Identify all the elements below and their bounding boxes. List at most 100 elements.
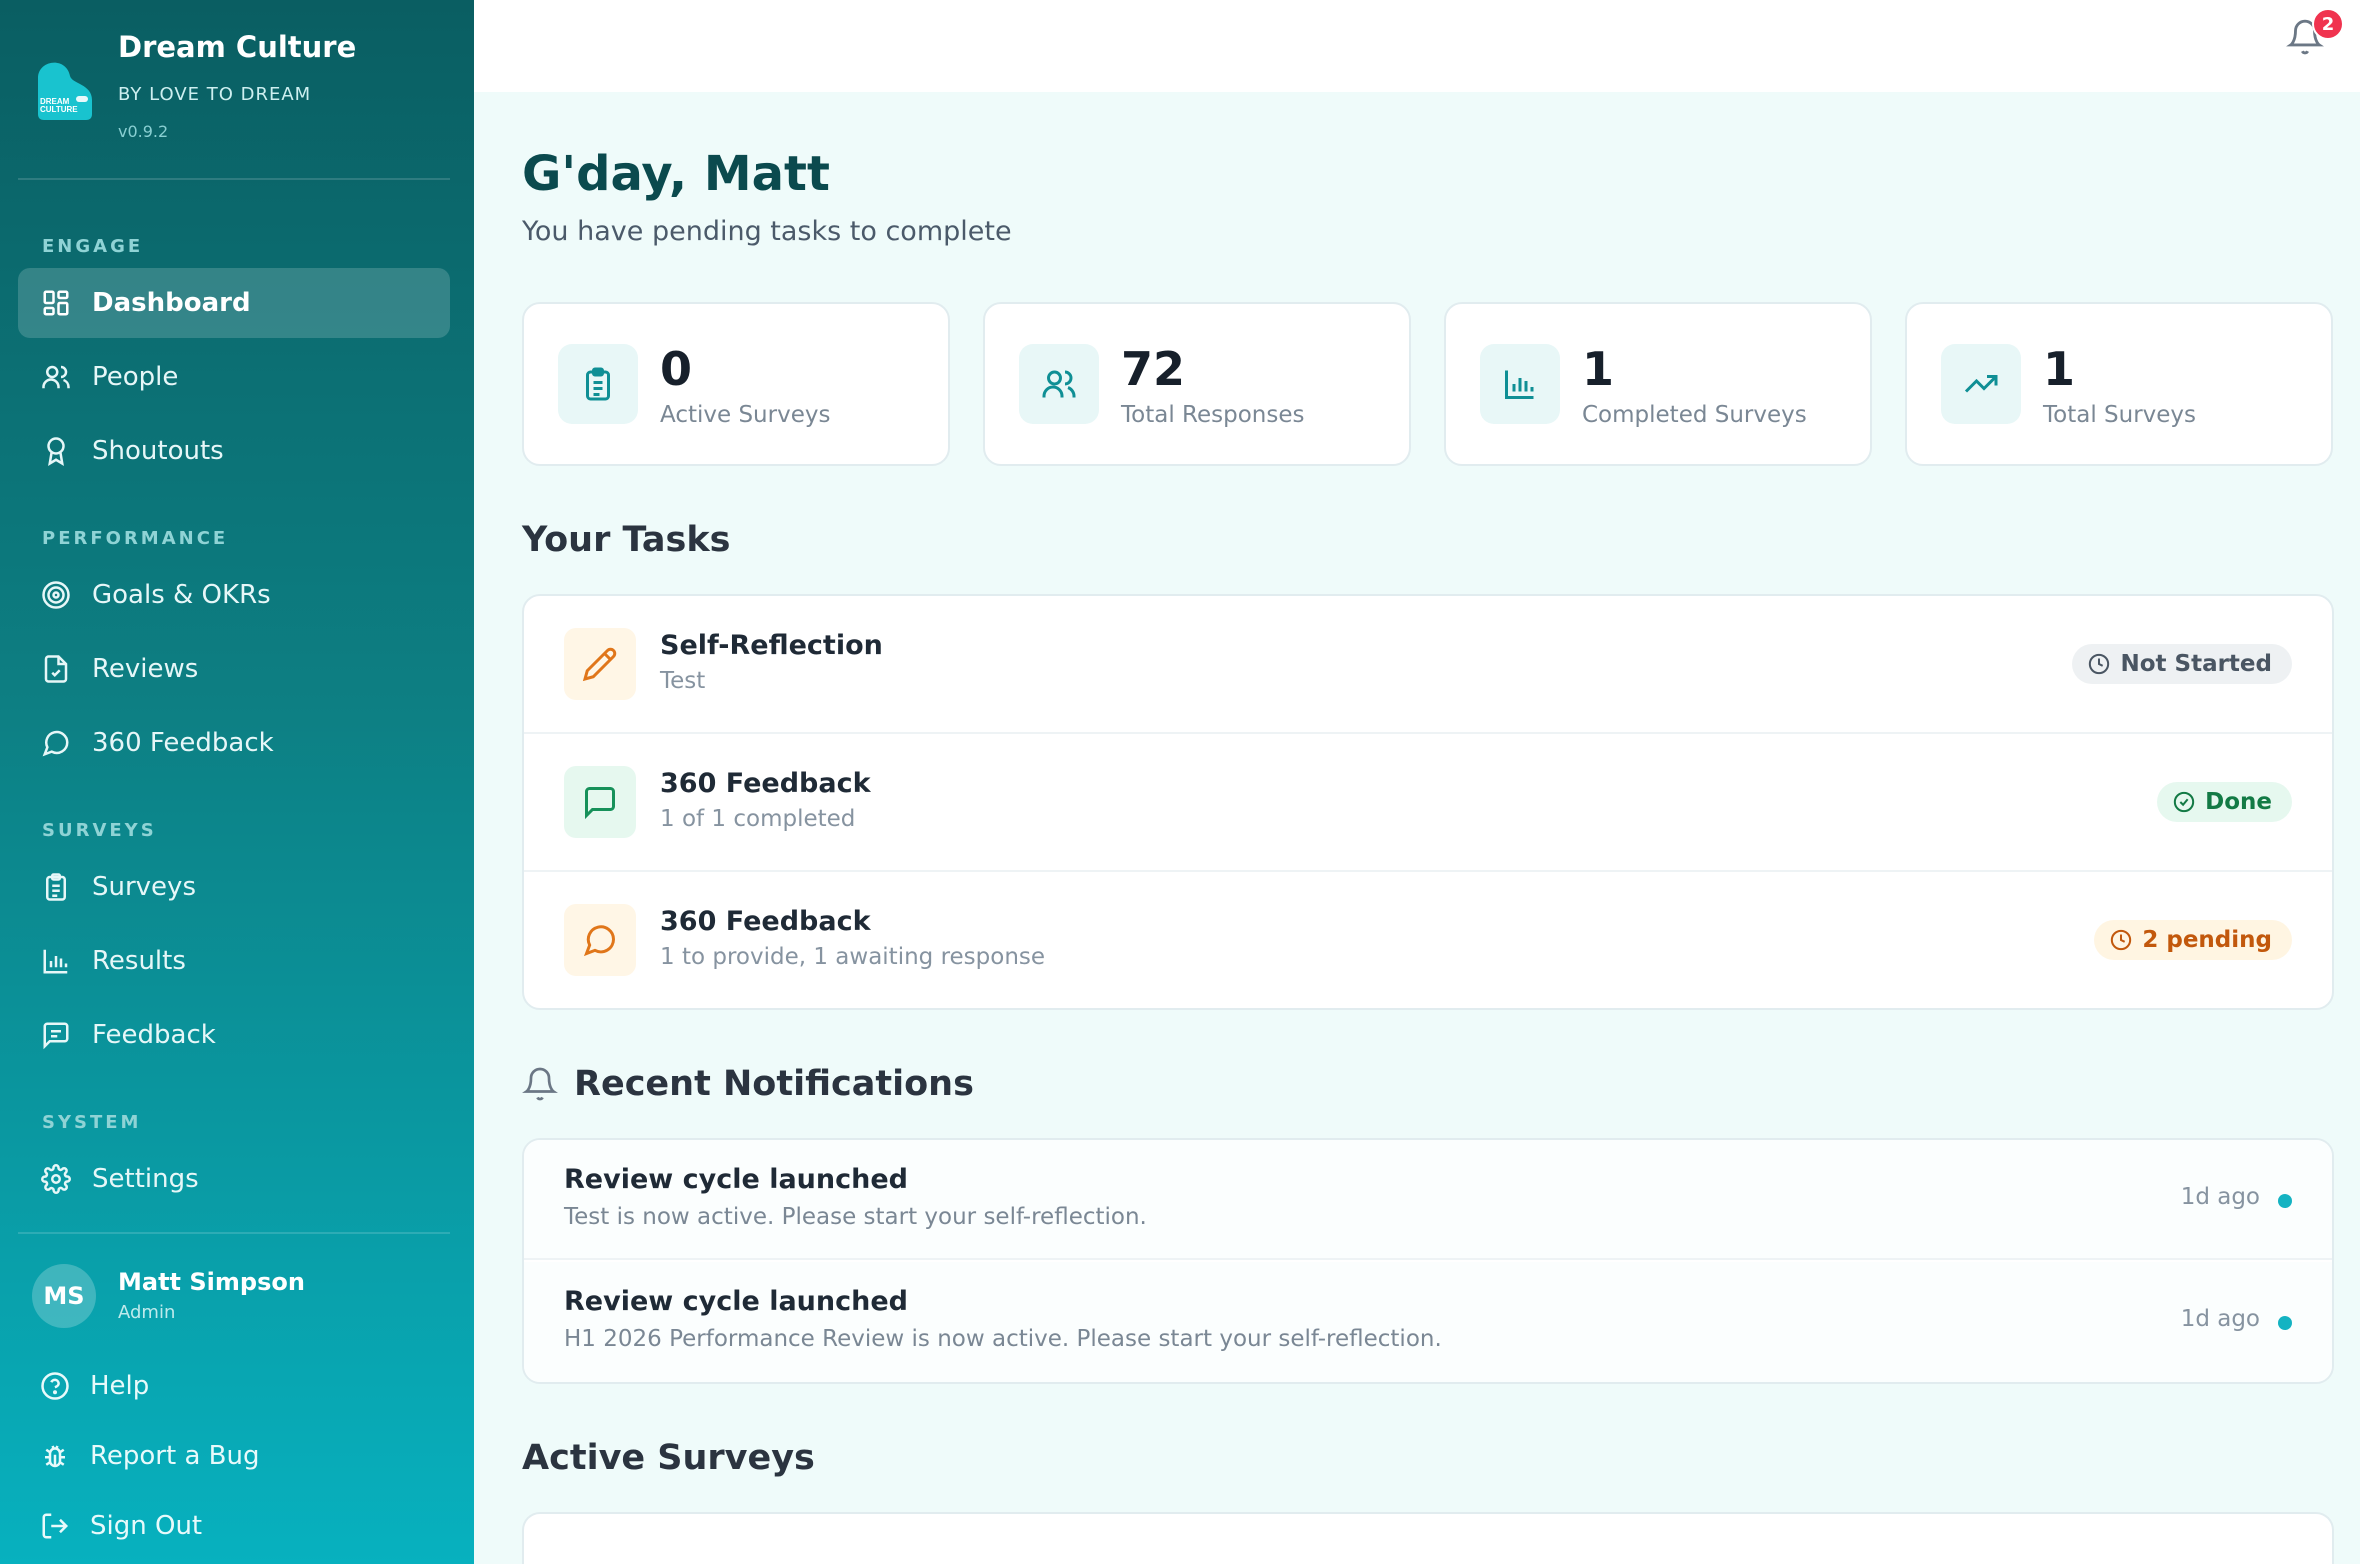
task-subtitle: Test bbox=[660, 668, 706, 694]
section-label-system: SYSTEM bbox=[42, 1112, 142, 1133]
notifications-title: Recent Notifications bbox=[574, 1064, 974, 1104]
sidebar-item-surveys[interactable]: Surveys bbox=[18, 852, 450, 922]
sidebar-item-label: Shoutouts bbox=[92, 436, 224, 466]
stat-card-completed-surveys[interactable]: 1 Completed Surveys bbox=[1444, 302, 1872, 466]
report-bug-link[interactable]: Report a Bug bbox=[40, 1432, 259, 1480]
notification-time: 1d ago bbox=[2180, 1184, 2260, 1210]
brand-version: v0.9.2 bbox=[118, 122, 169, 141]
notification-time: 1d ago bbox=[2180, 1306, 2260, 1332]
stat-label: Active Surveys bbox=[660, 402, 831, 428]
notification-item[interactable]: Review cycle launched H1 2026 Performanc… bbox=[524, 1262, 2332, 1382]
sidebar-item-reviews[interactable]: Reviews bbox=[18, 634, 450, 704]
brand-title: Dream Culture bbox=[118, 30, 357, 64]
bell-icon bbox=[522, 1067, 558, 1101]
sidebar-item-label: 360 Feedback bbox=[92, 728, 274, 758]
tasks-title: Your Tasks bbox=[522, 520, 731, 560]
clipboard-icon bbox=[40, 871, 72, 903]
status-badge: 2 pending bbox=[2094, 920, 2292, 960]
logo-icon: DREAM CULTURE bbox=[38, 62, 92, 120]
task-subtitle: 1 of 1 completed bbox=[660, 806, 856, 832]
user-name: Matt Simpson bbox=[118, 1268, 305, 1296]
clock-icon bbox=[2111, 929, 2132, 951]
stat-label: Total Responses bbox=[1121, 402, 1305, 428]
message-square-icon bbox=[564, 766, 636, 838]
check-circle-icon bbox=[2173, 791, 2195, 813]
notification-title: Review cycle launched bbox=[564, 1164, 908, 1195]
people-icon bbox=[40, 361, 72, 393]
clipboard-icon bbox=[558, 344, 638, 424]
status-label: Not Started bbox=[2120, 651, 2272, 677]
task-title: 360 Feedback bbox=[660, 768, 871, 799]
sign-out-label: Sign Out bbox=[90, 1511, 203, 1541]
task-row[interactable]: Self-Reflection Test Not Started bbox=[524, 596, 2332, 734]
sign-out-link[interactable]: Sign Out bbox=[40, 1502, 202, 1550]
notification-count-badge: 2 bbox=[2312, 8, 2344, 40]
task-subtitle: 1 to provide, 1 awaiting response bbox=[660, 944, 1046, 970]
bar-chart-icon bbox=[40, 945, 72, 977]
task-title: Self-Reflection bbox=[660, 630, 883, 661]
clock-icon bbox=[2089, 653, 2110, 675]
stat-label: Total Surveys bbox=[2043, 402, 2197, 428]
users-icon bbox=[1019, 344, 1099, 424]
sign-out-icon bbox=[40, 1511, 74, 1541]
sidebar-item-label: Results bbox=[92, 946, 186, 976]
award-icon bbox=[40, 435, 72, 467]
sidebar-item-dashboard[interactable]: Dashboard bbox=[18, 268, 450, 338]
sidebar: DREAM CULTURE Dream Culture BY LOVE TO D… bbox=[0, 0, 474, 1564]
help-label: Help bbox=[90, 1371, 150, 1401]
notification-message: H1 2026 Performance Review is now active… bbox=[564, 1326, 1442, 1352]
logo-text-2: CULTURE bbox=[40, 105, 78, 114]
brand[interactable]: DREAM CULTURE Dream Culture BY LOVE TO D… bbox=[32, 30, 452, 150]
unread-dot bbox=[2278, 1194, 2292, 1208]
sidebar-item-people[interactable]: People bbox=[18, 342, 450, 412]
active-surveys-card bbox=[522, 1512, 2334, 1564]
sidebar-item-label: Dashboard bbox=[92, 288, 251, 318]
sidebar-item-360-feedback[interactable]: 360 Feedback bbox=[18, 708, 450, 778]
message-square-icon bbox=[40, 1019, 72, 1051]
page-subtitle: You have pending tasks to complete bbox=[522, 216, 1012, 247]
notifications-card: Review cycle launched Test is now active… bbox=[522, 1138, 2334, 1384]
sidebar-divider bbox=[18, 178, 450, 180]
sidebar-item-feedback[interactable]: Feedback bbox=[18, 1000, 450, 1070]
help-circle-icon bbox=[40, 1371, 74, 1401]
stat-label: Completed Surveys bbox=[1582, 402, 1807, 428]
help-link[interactable]: Help bbox=[40, 1362, 149, 1410]
stat-value: 1 bbox=[2043, 342, 2076, 396]
sidebar-item-results[interactable]: Results bbox=[18, 926, 450, 996]
page-title: G'day, Matt bbox=[522, 146, 830, 202]
report-bug-label: Report a Bug bbox=[90, 1441, 260, 1471]
bar-chart-icon bbox=[1480, 344, 1560, 424]
status-label: Done bbox=[2205, 789, 2272, 815]
sidebar-item-label: Feedback bbox=[92, 1020, 216, 1050]
status-badge: Not Started bbox=[2072, 644, 2292, 684]
sidebar-item-shoutouts[interactable]: Shoutouts bbox=[18, 416, 450, 486]
stat-card-total-responses[interactable]: 72 Total Responses bbox=[983, 302, 1411, 466]
pencil-icon bbox=[564, 628, 636, 700]
sidebar-item-goals[interactable]: Goals & OKRs bbox=[18, 560, 450, 630]
target-icon bbox=[40, 579, 72, 611]
notification-title: Review cycle launched bbox=[564, 1286, 908, 1317]
review-doc-icon bbox=[40, 653, 72, 685]
stat-value: 72 bbox=[1121, 342, 1186, 396]
message-circle-icon bbox=[564, 904, 636, 976]
sidebar-item-label: Reviews bbox=[92, 654, 199, 684]
stat-value: 0 bbox=[660, 342, 693, 396]
sidebar-item-label: People bbox=[92, 362, 179, 392]
topbar: 2 bbox=[474, 0, 2360, 92]
user-profile[interactable]: MS Matt Simpson Admin bbox=[32, 1264, 452, 1334]
stat-card-total-surveys[interactable]: 1 Total Surveys bbox=[1905, 302, 2333, 466]
sidebar-item-label: Goals & OKRs bbox=[92, 580, 271, 610]
message-circle-icon bbox=[40, 727, 72, 759]
stat-value: 1 bbox=[1582, 342, 1615, 396]
notifications-button[interactable]: 2 bbox=[2286, 8, 2344, 62]
trending-up-icon bbox=[1941, 344, 2021, 424]
sidebar-item-label: Surveys bbox=[92, 872, 196, 902]
task-row[interactable]: 360 Feedback 1 of 1 completed Done bbox=[524, 734, 2332, 872]
sidebar-item-settings[interactable]: Settings bbox=[18, 1144, 450, 1214]
stat-card-active-surveys[interactable]: 0 Active Surveys bbox=[522, 302, 950, 466]
task-row[interactable]: 360 Feedback 1 to provide, 1 awaiting re… bbox=[524, 872, 2332, 1008]
dashboard-icon bbox=[40, 287, 72, 319]
avatar: MS bbox=[32, 1264, 96, 1328]
section-label-engage: ENGAGE bbox=[42, 236, 144, 257]
notification-item[interactable]: Review cycle launched Test is now active… bbox=[524, 1140, 2332, 1260]
